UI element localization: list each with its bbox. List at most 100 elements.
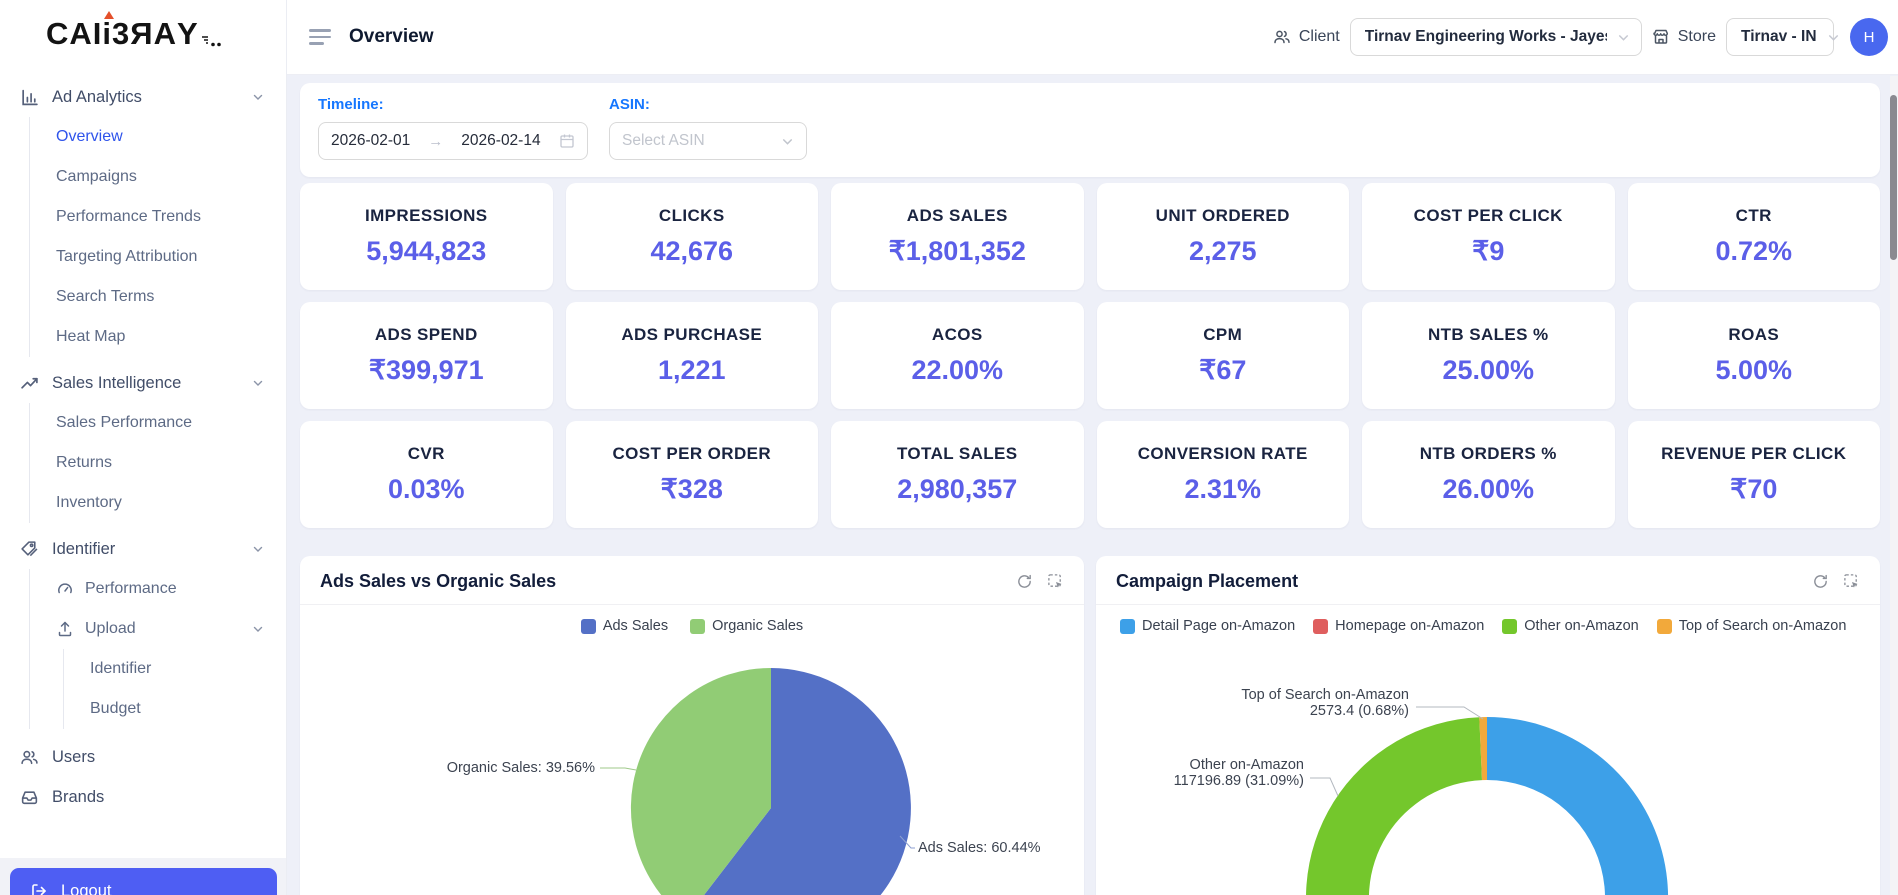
chevron-down-icon xyxy=(1617,31,1630,44)
sidebar-item-returns[interactable]: Returns xyxy=(30,443,286,483)
sidebar-nav: Ad Analytics Overview Campaigns Performa… xyxy=(0,77,286,817)
logout-button[interactable]: Logout xyxy=(10,868,277,895)
asin-select[interactable]: Select ASIN xyxy=(609,122,807,160)
kpi-card-total-sales: TOTAL SALES 2,980,357 xyxy=(831,421,1084,528)
legend-item-top-of-search[interactable]: Top of Search on-Amazon xyxy=(1656,618,1846,634)
scrollbar-thumb[interactable] xyxy=(1890,95,1897,260)
filter-bar: Timeline: 2026-02-01 → 2026-02-14 ASIN: … xyxy=(300,83,1880,177)
donut-label-top-of-search: Top of Search on-Amazon 2573.4 (0.68%) xyxy=(1241,687,1409,720)
legend-swatch xyxy=(1313,618,1329,634)
legend-item-other[interactable]: Other on-Amazon xyxy=(1502,618,1639,634)
content: Timeline: 2026-02-01 → 2026-02-14 ASIN: … xyxy=(287,75,1898,895)
range-arrow-icon: → xyxy=(428,132,444,150)
start-date-input[interactable]: 2026-02-01 xyxy=(331,132,410,150)
label-connector xyxy=(600,767,637,771)
date-range-picker[interactable]: 2026-02-01 → 2026-02-14 xyxy=(318,122,588,160)
refresh-icon[interactable] xyxy=(1016,573,1033,590)
kpi-card-roas: ROAS 5.00% xyxy=(1627,302,1880,409)
chevron-down-icon xyxy=(1827,31,1840,44)
kpi-grid: IMPRESSIONS 5,944,823 CLICKS 42,676 ADS SA… xyxy=(300,183,1880,528)
legend-swatch xyxy=(1120,618,1135,634)
sidebar-section-label: Sales Intelligence xyxy=(52,373,182,392)
donut-label-other: Other on-Amazon 117196.89 (31.09%) xyxy=(1173,757,1304,790)
timeline-label: Timeline: xyxy=(318,96,384,113)
sidebar-section-label: Ad Analytics xyxy=(52,87,142,106)
tags-icon xyxy=(20,539,40,559)
kpi-card-ads-sales: ADS SALES ₹1,801,352 xyxy=(831,183,1084,290)
label-connector xyxy=(1310,777,1339,797)
sidebar-item-upload[interactable]: Upload xyxy=(30,609,286,649)
chart-card-campaign-placement: Campaign Placement Detail Page on-Amazon… xyxy=(1096,556,1880,895)
hamburger-menu-icon[interactable] xyxy=(309,25,333,49)
legend-swatch xyxy=(1656,618,1672,634)
client-select[interactable]: Tirnav Engineering Works - Jayesh Jain xyxy=(1349,18,1642,56)
kpi-card-revenue-per-click: REVENUE PER CLICK ₹70 xyxy=(1627,421,1880,528)
charts-row: Ads Sales vs Organic Sales Ads Sales Org… xyxy=(300,556,1880,895)
select-area-icon[interactable] xyxy=(1843,573,1860,590)
end-date-input[interactable]: 2026-02-14 xyxy=(461,132,540,150)
client-select-value: Tirnav Engineering Works - Jayesh Jain xyxy=(1364,28,1607,45)
pie-label-organic-sales: Organic Sales: 39.56% xyxy=(446,760,595,776)
legend-item-homepage[interactable]: Homepage on-Amazon xyxy=(1313,618,1484,634)
sidebar-section-sales-intelligence[interactable]: Sales Intelligence xyxy=(0,363,286,403)
upload-icon xyxy=(56,620,74,638)
scrollbar-track[interactable] xyxy=(1890,76,1898,895)
donut-slice-other[interactable] xyxy=(1306,717,1482,895)
kpi-card-ntb-sales: NTB SALES % 25.00% xyxy=(1362,302,1615,409)
kpi-card-cost-per-click: COST PER CLICK ₹9 xyxy=(1362,183,1615,290)
gauge-icon xyxy=(56,580,74,598)
legend-item-ads-sales[interactable]: Ads Sales xyxy=(580,618,668,634)
select-area-icon[interactable] xyxy=(1047,573,1064,590)
kpi-card-cost-per-order: COST PER ORDER ₹328 xyxy=(565,421,818,528)
refresh-icon[interactable] xyxy=(1812,573,1829,590)
sidebar: CA Ii 3 ЯA Y Ad Analytics Overview Campaigns… xyxy=(0,0,287,895)
sidebar-item-brands[interactable]: Brands xyxy=(0,777,286,817)
chart-title: Campaign Placement xyxy=(1116,571,1299,591)
chevron-down-icon xyxy=(252,377,264,389)
asin-label: ASIN: xyxy=(609,96,650,113)
sidebar-item-heat-map[interactable]: Heat Map xyxy=(30,317,286,357)
sidebar-item-inventory[interactable]: Inventory xyxy=(30,483,286,523)
legend-item-detail-page[interactable]: Detail Page on-Amazon xyxy=(1120,618,1295,634)
users-icon xyxy=(20,747,40,767)
sidebar-section-ad-analytics[interactable]: Ad Analytics xyxy=(0,77,286,117)
chart-legend: Ads Sales Organic Sales xyxy=(300,618,1084,634)
kpi-card-cpm: CPM ₹67 xyxy=(1096,302,1349,409)
sidebar-item-upload-budget[interactable]: Budget xyxy=(64,689,286,729)
sidebar-item-overview[interactable]: Overview xyxy=(30,117,286,157)
users-icon xyxy=(1274,30,1290,44)
trending-up-icon xyxy=(20,373,40,393)
donut-slice-detail-page[interactable] xyxy=(1487,717,1668,895)
sidebar-item-campaigns[interactable]: Campaigns xyxy=(30,157,286,197)
kpi-card-ctr: CTR 0.72% xyxy=(1627,183,1880,290)
app-root: CA Ii 3 ЯA Y Ad Analytics Overview Campaigns… xyxy=(0,0,1898,895)
sidebar-item-performance[interactable]: Performance xyxy=(30,569,286,609)
sidebar-item-users[interactable]: Users xyxy=(0,737,286,777)
legend-item-organic-sales[interactable]: Organic Sales xyxy=(690,618,803,634)
sidebar-section-identifier[interactable]: Identifier xyxy=(0,529,286,569)
sidebar-item-performance-trends[interactable]: Performance Trends xyxy=(30,197,286,237)
label-connector xyxy=(1416,706,1484,720)
chevron-down-icon xyxy=(252,91,264,103)
sidebar-item-upload-identifier[interactable]: Identifier xyxy=(64,649,286,689)
chevron-down-icon xyxy=(252,623,264,635)
kpi-card-impressions: IMPRESSIONS 5,944,823 xyxy=(300,183,553,290)
main-area: Overview Client Tirnav Engineering Works… xyxy=(287,0,1898,895)
store-select-value: Tirnav - IN xyxy=(1741,28,1817,45)
store-select[interactable]: Tirnav - IN xyxy=(1726,18,1838,56)
top-bar: Overview Client Tirnav Engineering Works… xyxy=(287,0,1898,75)
kpi-card-unit-ordered: UNIT ORDERED 2,275 xyxy=(1096,183,1349,290)
avatar[interactable]: H xyxy=(1850,18,1888,56)
donut-chart-campaign-placement: Top of Search on-Amazon 2573.4 (0.68%) O… xyxy=(1096,646,1880,895)
sidebar-item-search-terms[interactable]: Search Terms xyxy=(30,277,286,317)
legend-swatch xyxy=(1502,618,1518,634)
kpi-card-cvr: CVR 0.03% xyxy=(300,421,553,528)
page-title: Overview xyxy=(349,26,434,47)
pie-chart-ads-vs-organic: Organic Sales: 39.56% Ads Sales: 60.44% xyxy=(300,646,1084,895)
calendar-icon xyxy=(559,133,575,149)
store-label: Store xyxy=(1652,28,1716,46)
kpi-card-acos: ACOS 22.00% xyxy=(831,302,1084,409)
pie-label-ads-sales: Ads Sales: 60.44% xyxy=(918,840,1041,856)
sidebar-item-sales-performance[interactable]: Sales Performance xyxy=(30,403,286,443)
sidebar-item-targeting-attribution[interactable]: Targeting Attribution xyxy=(30,237,286,277)
